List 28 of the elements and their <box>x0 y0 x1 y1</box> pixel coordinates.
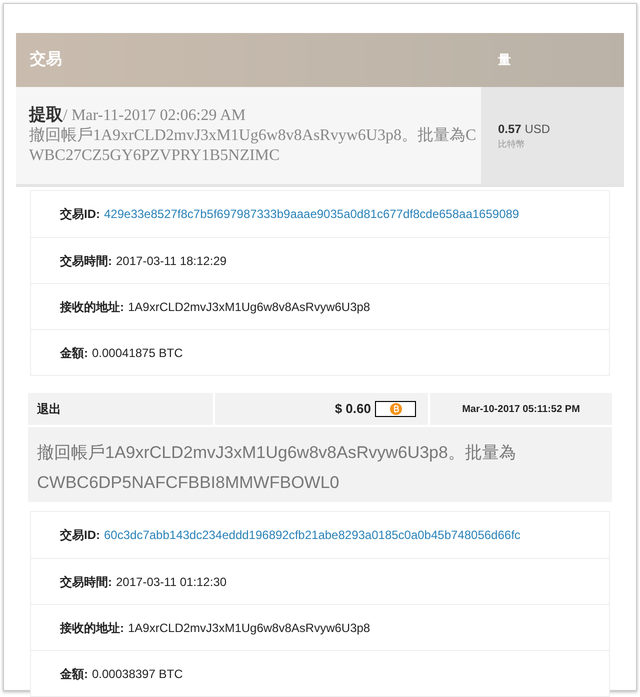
coin-label: 比特幣 <box>498 138 526 151</box>
column-header: 量 <box>497 51 512 70</box>
detail-value: 2017-03-11 18:12:29 <box>116 252 227 270</box>
withdrawal-type: 退出 <box>28 393 215 425</box>
transaction-description: 撤回帳戶1A9xrCLD2mvJ3xM1Ug6w8v8AsRvyw6U3p8。批量為CWBC27CZ5GY6PZVPRY1B5NZIMC <box>29 126 478 166</box>
amount-value: 0.57 USD <box>498 120 552 138</box>
detail-label: 交易ID: <box>60 206 100 223</box>
detail-value: 0.00041875 BTC <box>92 344 183 362</box>
withdrawal-description: 撤回帳戶1A9xrCLD2mvJ3xM1Ug6w8v8AsRvyw6U3p8。批量為 <box>37 442 517 464</box>
detail-label: 交易ID: <box>60 527 100 544</box>
withdrawal-date: Mar-10-2017 05:11:52 PM <box>461 402 581 416</box>
detail-value: 2017-03-11 01:12:30 <box>116 574 227 590</box>
withdrawal-description: CWBC6DP5NAFCFBBI8MMWFBOWL0 <box>37 472 340 494</box>
detail-label: 金額: <box>60 666 88 682</box>
detail-value: 0.00038397 BTC <box>92 666 183 682</box>
detail-label: 交易時間: <box>60 252 112 270</box>
transaction-date: / Mar-11-2017 02:06:29 AM <box>63 106 246 126</box>
detail-value: 1A9xrCLD2mvJ3xM1Ug6w8v8AsRvyw6U3p8 <box>128 620 370 636</box>
detail-label: 交易時間: <box>60 574 112 590</box>
detail-label: 接收的地址: <box>60 620 124 636</box>
detail-label: 金額: <box>60 344 88 362</box>
transaction-type: 提取 <box>29 105 63 125</box>
column-header: 交易 <box>29 49 63 70</box>
detail-value: 1A9xrCLD2mvJ3xM1Ug6w8v8AsRvyw6U3p8 <box>128 298 370 316</box>
detail-label: 接收的地址: <box>60 298 124 316</box>
transaction-id-link[interactable]: 429e33e8527f8c7b5f697987333b9aaae9035a0d81c677df8cde658aa1659089 <box>104 205 520 223</box>
transaction-id-link[interactable]: 60c3dc7abb143dc234eddd196892cfb21abe8293a0185c0a0b45b748056d66fc <box>104 526 520 544</box>
withdrawal-amount: $ 0.60 <box>334 400 371 418</box>
